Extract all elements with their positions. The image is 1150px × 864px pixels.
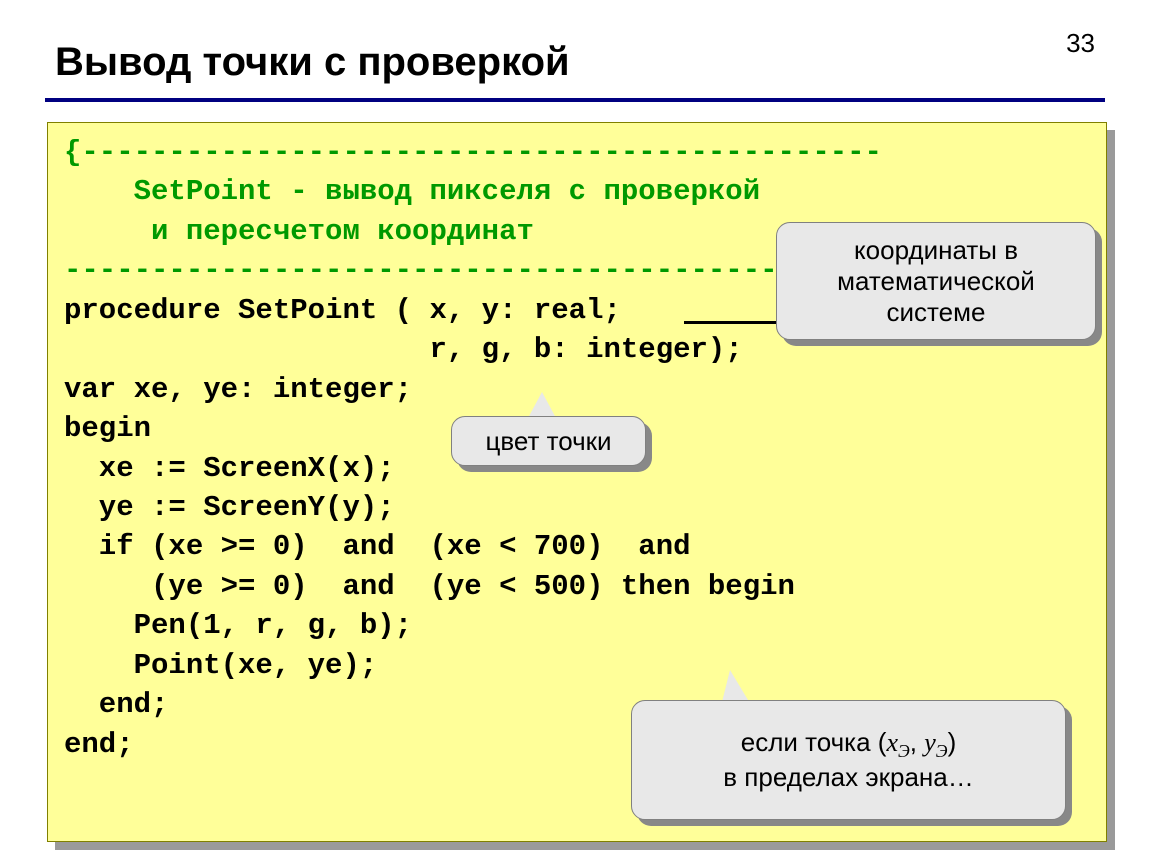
callout-bounds: если точка (xЭ, yЭ) в пределах экрана… (631, 700, 1066, 820)
callout-text: если точка (xЭ, yЭ) в пределах экрана… (723, 727, 973, 793)
code-line: (ye >= 0) and (ye < 500) then begin (64, 570, 795, 603)
callout-pointer (528, 392, 556, 418)
comment-line: ----------------------------------------… (64, 254, 899, 287)
code-line: end; (64, 688, 168, 721)
connector-line (684, 321, 779, 324)
comment-line: SetPoint - вывод пикселя с проверкой (64, 175, 760, 208)
title-rule (45, 98, 1105, 102)
slide: 33 Вывод точки с проверкой {------------… (0, 0, 1150, 864)
code-line: begin (64, 412, 151, 445)
code-line: end; (64, 728, 134, 761)
callout-text: цвет точки (485, 426, 611, 457)
comment-line: и пересчетом координат (64, 215, 534, 248)
callout-text: координаты в математической системе (795, 235, 1077, 328)
code-line: procedure SetPoint ( x, y: real; (64, 294, 621, 327)
code-line: if (xe >= 0) and (xe < 700) and (64, 530, 691, 563)
page-number: 33 (1066, 28, 1095, 59)
callout-color: цвет точки (451, 416, 646, 466)
page-title: Вывод точки с проверкой (55, 40, 570, 85)
code-line: xe := ScreenX(x); (64, 452, 395, 485)
code-line: ye := ScreenY(y); (64, 491, 395, 524)
code-line: var xe, ye: integer; (64, 373, 412, 406)
comment-line: {---------------------------------------… (64, 136, 882, 169)
callout-coords: координаты в математической системе (776, 222, 1096, 340)
code-line: Pen(1, r, g, b); (64, 609, 412, 642)
code-line: r, g, b: integer); (64, 333, 743, 366)
code-line: Point(xe, ye); (64, 649, 377, 682)
